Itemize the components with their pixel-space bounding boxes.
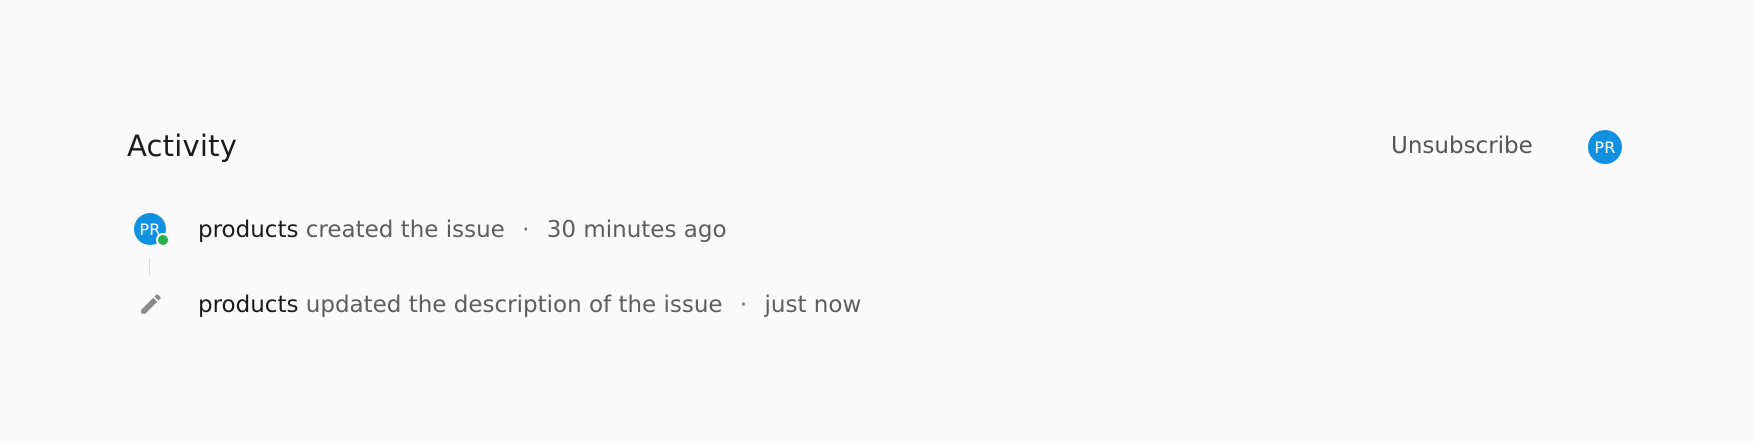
online-status-dot [156, 233, 170, 247]
event-avatar-wrapper: PR [134, 213, 170, 247]
activity-section: Activity Unsubscribe PR PR products crea… [127, 120, 1625, 340]
event-separator: · [522, 217, 530, 243]
event-actor[interactable]: products [198, 217, 298, 243]
activity-event-created: PR products created the issue · 30 minut… [127, 210, 1625, 250]
event-time: 30 minutes ago [546, 217, 727, 243]
event-action: created the issue [305, 217, 505, 243]
activity-event-updated: products updated the description of the … [127, 285, 1625, 325]
event-actor[interactable]: products [198, 292, 298, 318]
unsubscribe-button[interactable]: Unsubscribe [1391, 131, 1533, 161]
event-action: updated the description of the issue [305, 292, 723, 318]
header-avatar[interactable]: PR [1588, 130, 1622, 164]
activity-title: Activity [127, 129, 238, 163]
activity-timeline: PR products created the issue · 30 minut… [127, 210, 1625, 350]
event-text: products created the issue · 30 minutes … [198, 215, 727, 245]
activity-header: Activity Unsubscribe PR [127, 120, 1625, 172]
event-separator: · [739, 292, 748, 318]
event-text: products updated the description of the … [198, 290, 861, 320]
pencil-icon [138, 291, 164, 317]
timeline-connector [149, 258, 150, 275]
event-time: just now [764, 292, 862, 318]
